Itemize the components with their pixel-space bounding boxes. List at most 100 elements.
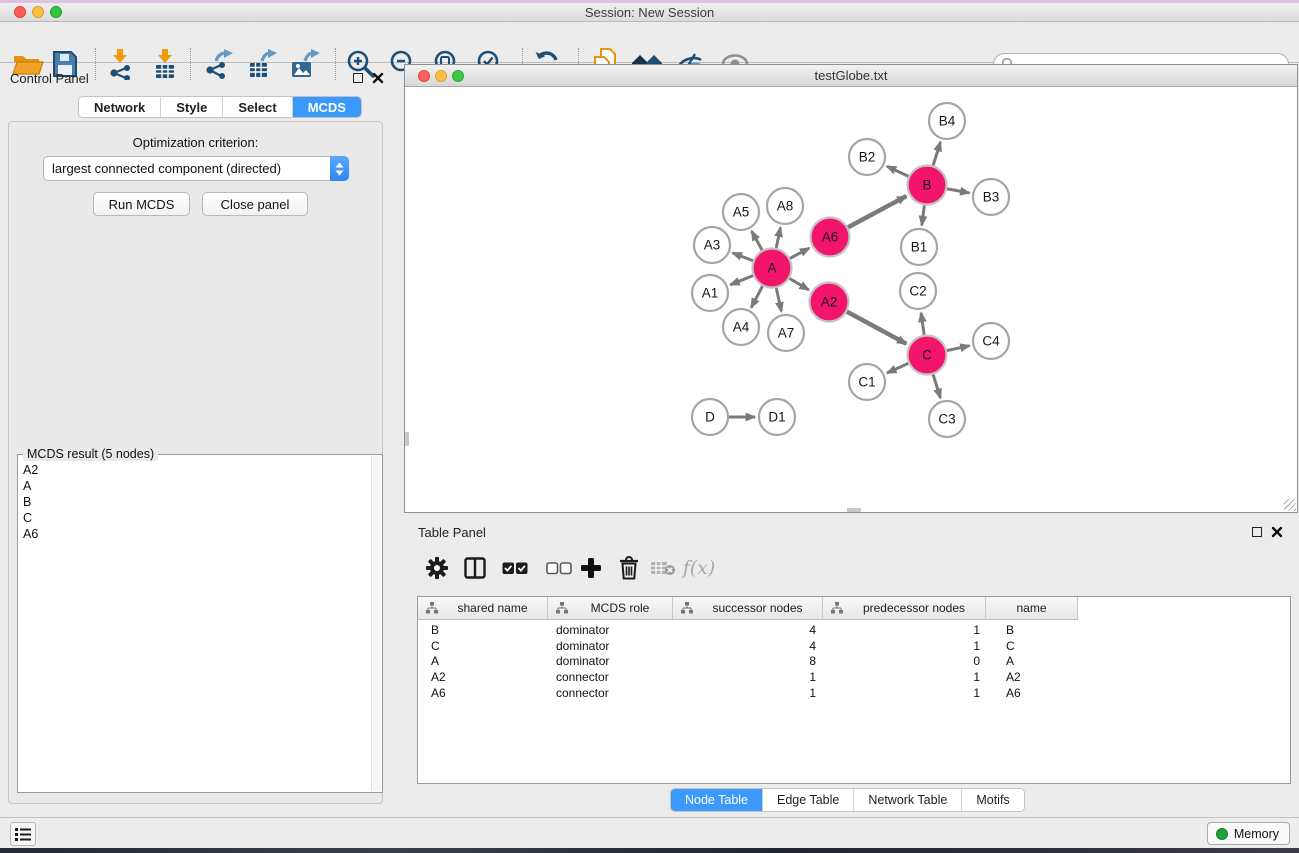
graph-node-A5[interactable]: A5 — [723, 194, 759, 230]
graph-node-B3[interactable]: B3 — [973, 179, 1009, 215]
graph-node-A6[interactable]: A6 — [811, 218, 850, 257]
run-mcds-button[interactable]: Run MCDS — [93, 192, 190, 216]
app-title-bar: Session: New Session — [0, 3, 1299, 22]
table-row[interactable]: A2connector11A2 — [418, 669, 1078, 685]
graph-edge-A-A4[interactable] — [751, 285, 763, 307]
graph-edge-B-B2[interactable] — [887, 166, 909, 176]
node-label: A8 — [777, 199, 794, 214]
graph-node-C1[interactable]: C1 — [849, 364, 885, 400]
graph-edge-B-B4[interactable] — [933, 142, 941, 166]
node-label: A — [767, 261, 776, 276]
mcds-result-item[interactable]: A — [18, 478, 370, 494]
table-panel-float-icon[interactable] — [1252, 527, 1262, 537]
graph-node-B2[interactable]: B2 — [849, 139, 885, 175]
node-label: A3 — [704, 238, 721, 253]
trash-icon[interactable] — [614, 553, 644, 583]
memory-button[interactable]: Memory — [1207, 822, 1290, 845]
column-header[interactable]: shared name — [418, 597, 548, 619]
graph-node-D[interactable]: D — [692, 399, 728, 435]
close-panel-button[interactable]: Close panel — [202, 192, 308, 216]
graph-node-A4[interactable]: A4 — [723, 309, 759, 345]
graph-edge-A-A8[interactable] — [776, 228, 780, 249]
uncheck-all-icon[interactable] — [544, 553, 574, 583]
control-panel-title: Control Panel — [10, 71, 89, 86]
tab-select[interactable]: Select — [222, 97, 291, 117]
graph-edge-B-B1[interactable] — [922, 204, 925, 225]
graph-edge-A-A3[interactable] — [733, 253, 754, 261]
graph-edge-C-C1[interactable] — [887, 363, 909, 373]
tab-edge-table[interactable]: Edge Table — [762, 789, 853, 811]
export-table-icon[interactable] — [245, 47, 279, 81]
import-table-icon[interactable] — [148, 47, 182, 81]
mcds-result-item[interactable]: A6 — [18, 526, 370, 542]
graph-node-B1[interactable]: B1 — [901, 229, 937, 265]
column-header[interactable]: MCDS role — [548, 597, 673, 619]
graph-edge-A-A6[interactable] — [789, 248, 809, 259]
graph-edge-A2-C[interactable] — [846, 311, 906, 344]
table-row[interactable]: Adominator80A — [418, 653, 1078, 669]
graph-edge-A-A1[interactable] — [730, 275, 754, 284]
graph-edge-A6-B[interactable] — [847, 196, 906, 228]
graph-edge-B-B3[interactable] — [946, 189, 969, 193]
optimization-criterion-select[interactable]: largest connected component (directed) — [43, 156, 349, 181]
graph-node-A8[interactable]: A8 — [767, 188, 803, 224]
graph-node-C2[interactable]: C2 — [900, 273, 936, 309]
graph-node-B[interactable]: B — [908, 166, 947, 205]
tab-style[interactable]: Style — [160, 97, 222, 117]
table-row[interactable]: A6connector11A6 — [418, 685, 1078, 701]
horizontal-scroll-stub[interactable] — [847, 508, 861, 512]
control-panel-float-icon[interactable] — [353, 73, 363, 83]
graph-node-C[interactable]: C — [908, 336, 947, 375]
split-columns-icon[interactable] — [460, 553, 490, 583]
graph-node-C3[interactable]: C3 — [929, 401, 965, 437]
column-header[interactable]: successor nodes — [673, 597, 823, 619]
network-window-title-bar[interactable]: testGlobe.txt — [405, 65, 1297, 87]
graph-node-C4[interactable]: C4 — [973, 323, 1009, 359]
check-all-icon[interactable] — [500, 553, 530, 583]
graph-edge-C-C2[interactable] — [921, 313, 924, 336]
graph-edge-A-A7[interactable] — [776, 287, 781, 311]
vertical-scroll-stub[interactable] — [405, 432, 409, 446]
graph-edge-C-C3[interactable] — [933, 374, 941, 398]
mcds-result-item[interactable]: B — [18, 494, 370, 510]
table-cell: 0 — [418, 653, 980, 669]
table-row[interactable]: Cdominator41C — [418, 638, 1078, 654]
mcds-result-list: A2ABCA6 — [18, 462, 370, 790]
network-canvas[interactable]: A A1 A2 A3 A4 A5 A6 A7 A8 B B1 B2 B3 B4 C C1 C2 C3 C4 D D1 — [405, 87, 1297, 512]
tab-node-table[interactable]: Node Table — [671, 789, 762, 811]
mcds-result-item[interactable]: A2 — [18, 462, 370, 478]
tab-motifs[interactable]: Motifs — [961, 789, 1023, 811]
graph-edge-C-C4[interactable] — [946, 346, 969, 351]
column-header[interactable]: predecessor nodes — [823, 597, 986, 619]
node-label: A5 — [733, 205, 750, 220]
table-panel-close-icon[interactable] — [1271, 526, 1283, 538]
graph-edge-A-A5[interactable] — [752, 231, 763, 251]
node-label: B2 — [859, 150, 876, 165]
mcds-result-scrollbar[interactable] — [371, 456, 381, 791]
node-label: C3 — [938, 412, 955, 427]
column-header[interactable]: name — [986, 597, 1078, 619]
control-panel-close-icon[interactable] — [372, 72, 384, 84]
graph-node-A[interactable]: A — [753, 249, 792, 288]
graph-node-D1[interactable]: D1 — [759, 399, 795, 435]
graph-edge-A-A2[interactable] — [789, 278, 809, 290]
add-plus-icon[interactable] — [576, 553, 606, 583]
table-row[interactable]: Bdominator41B — [418, 622, 1078, 638]
table-cell: A6 — [1006, 685, 1021, 701]
graph-node-A3[interactable]: A3 — [694, 227, 730, 263]
gear-icon[interactable] — [422, 553, 452, 583]
graph-node-A7[interactable]: A7 — [768, 315, 804, 351]
graph-node-A2[interactable]: A2 — [810, 283, 849, 322]
graph-node-B4[interactable]: B4 — [929, 103, 965, 139]
export-image-icon[interactable] — [288, 47, 322, 81]
import-network-icon[interactable] — [103, 47, 137, 81]
tab-network[interactable]: Network — [79, 97, 160, 117]
tab-network-table[interactable]: Network Table — [853, 789, 961, 811]
tab-mcds[interactable]: MCDS — [292, 97, 361, 117]
graph-node-A1[interactable]: A1 — [692, 275, 728, 311]
resize-grip-icon[interactable] — [1284, 499, 1296, 511]
export-network-icon[interactable] — [201, 47, 235, 81]
task-history-button[interactable] — [10, 822, 36, 846]
mcds-result-item[interactable]: C — [18, 510, 370, 526]
delete-table-disabled-icon — [648, 553, 678, 583]
